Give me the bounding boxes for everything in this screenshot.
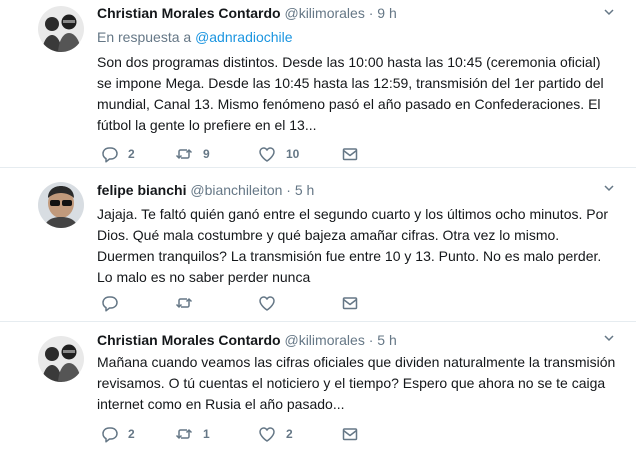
separator-dot: · xyxy=(368,332,374,348)
user-handle[interactable]: @kilimorales xyxy=(284,332,364,348)
retweet-button[interactable]: 1 xyxy=(175,425,210,443)
display-name[interactable]: Christian Morales Contardo xyxy=(97,5,281,21)
envelope-icon xyxy=(342,148,358,161)
tweet-header: Christian Morales Contardo @kilimorales … xyxy=(97,5,397,21)
display-name[interactable]: Christian Morales Contardo xyxy=(97,332,281,348)
reply-count: 2 xyxy=(128,427,135,441)
like-count: 10 xyxy=(286,147,300,161)
reply-icon xyxy=(102,296,118,312)
timestamp[interactable]: 5 h xyxy=(377,332,396,348)
tweet[interactable]: Christian Morales Contardo @kilimorales … xyxy=(0,0,636,168)
envelope-icon xyxy=(342,428,358,441)
tweet-header: Christian Morales Contardo @kilimorales … xyxy=(97,332,397,348)
avatar[interactable] xyxy=(38,6,84,52)
tweet-text: Jajaja. Te faltó quién ganó entre el seg… xyxy=(97,206,609,285)
user-handle[interactable]: @kilimorales xyxy=(284,5,364,21)
message-button[interactable] xyxy=(341,294,359,312)
envelope-icon xyxy=(342,297,358,310)
tweet-header: felipe bianchi @bianchileiton · 5 h xyxy=(97,182,314,198)
retweet-count: 9 xyxy=(203,147,210,161)
chevron-down-icon[interactable] xyxy=(600,182,618,200)
tweet-text: Mañana cuando veamos las cifras oficiale… xyxy=(97,354,616,412)
tweet-text: Son dos programas distintos. Desde las 1… xyxy=(97,54,604,133)
tweet[interactable]: felipe bianchi @bianchileiton · 5 h Jaja… xyxy=(0,168,636,322)
message-button[interactable] xyxy=(341,145,359,163)
message-button[interactable] xyxy=(341,425,359,443)
timestamp[interactable]: 9 h xyxy=(377,5,396,21)
reply-context: En respuesta a @adnradiochile xyxy=(97,29,293,45)
like-button[interactable] xyxy=(258,294,286,312)
chevron-down-icon[interactable] xyxy=(600,332,618,350)
retweet-icon xyxy=(175,149,193,159)
heart-icon xyxy=(259,296,275,311)
like-count: 2 xyxy=(286,427,293,441)
avatar[interactable] xyxy=(38,336,84,382)
retweet-button[interactable]: 9 xyxy=(175,145,210,163)
display-name[interactable]: felipe bianchi xyxy=(97,182,186,198)
heart-icon xyxy=(259,427,275,442)
user-handle[interactable]: @bianchileiton xyxy=(190,182,282,198)
reply-icon xyxy=(102,427,118,443)
retweet-icon xyxy=(175,429,193,439)
timestamp[interactable]: 5 h xyxy=(295,182,314,198)
reply-button[interactable]: 2 xyxy=(100,145,135,163)
reply-icon xyxy=(102,147,118,163)
reply-button[interactable]: 2 xyxy=(100,425,135,443)
like-button[interactable]: 10 xyxy=(258,145,299,163)
reply-button[interactable] xyxy=(100,294,128,312)
retweet-icon xyxy=(175,298,193,308)
heart-icon xyxy=(259,147,275,162)
reply-handle-link[interactable]: @adnradiochile xyxy=(195,29,293,45)
tweet[interactable]: Christian Morales Contardo @kilimorales … xyxy=(0,322,636,451)
reply-prefix: En respuesta a xyxy=(97,29,192,45)
avatar[interactable] xyxy=(38,182,84,228)
separator-dot: · xyxy=(368,5,374,21)
chevron-down-icon[interactable] xyxy=(600,6,618,24)
retweet-button[interactable] xyxy=(175,294,203,312)
retweet-count: 1 xyxy=(203,427,210,441)
separator-dot: · xyxy=(286,182,291,198)
reply-count: 2 xyxy=(128,147,135,161)
like-button[interactable]: 2 xyxy=(258,425,293,443)
